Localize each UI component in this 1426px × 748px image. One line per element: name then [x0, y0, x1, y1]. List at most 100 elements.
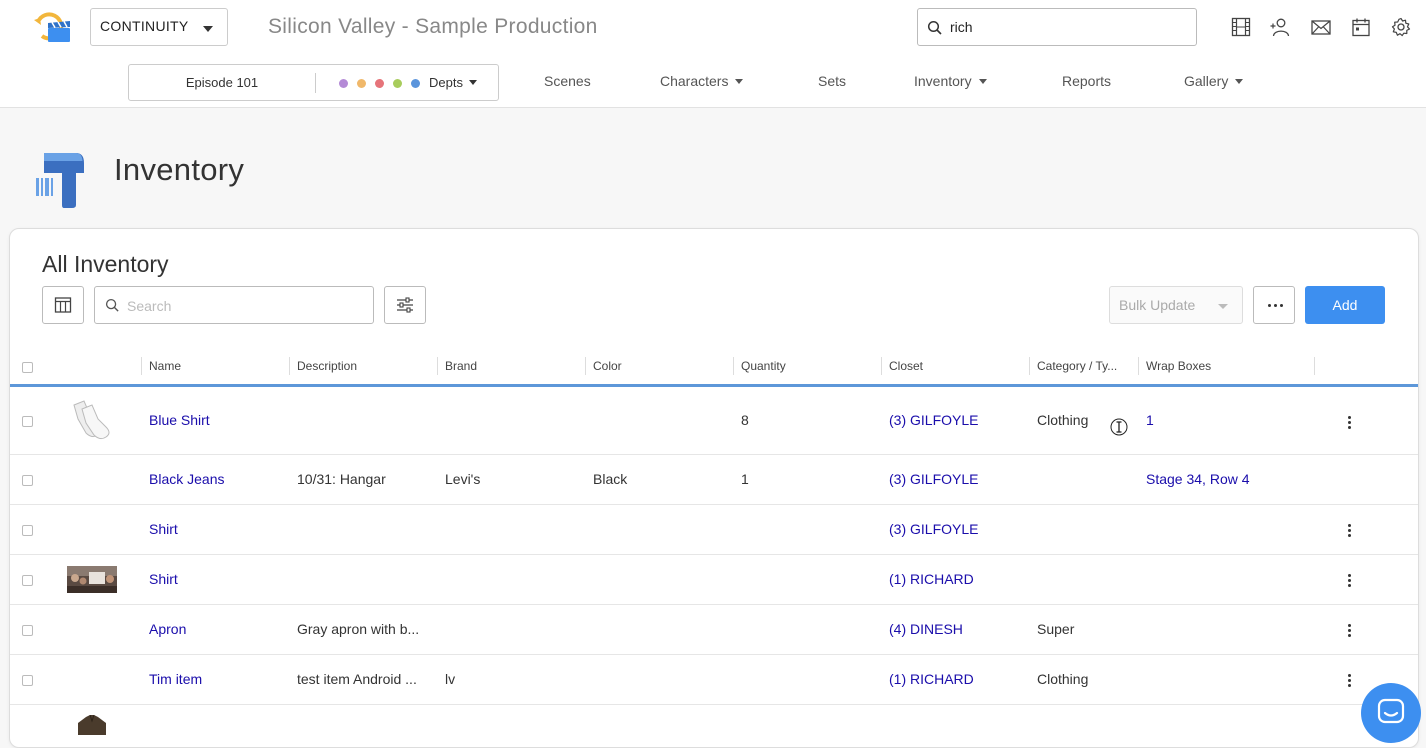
top-bar: CONTINUITY Silicon Valley - Sample Produ…: [0, 0, 1426, 108]
row-menu-icon[interactable]: [1348, 624, 1352, 638]
row-checkbox[interactable]: [22, 625, 33, 636]
column-header-name[interactable]: Name: [149, 359, 181, 373]
select-all-checkbox[interactable]: [22, 362, 33, 373]
film-icon[interactable]: [1231, 17, 1251, 37]
bulk-update-dropdown[interactable]: Bulk Update: [1109, 286, 1243, 324]
row-menu-icon[interactable]: [1348, 416, 1352, 430]
page-title: Inventory: [114, 152, 245, 187]
inventory-search-input[interactable]: [127, 296, 367, 316]
row-menu-icon[interactable]: [1348, 674, 1352, 688]
row-checkbox[interactable]: [22, 525, 33, 536]
depts-dropdown[interactable]: Depts: [429, 75, 477, 90]
column-divider: [585, 357, 586, 375]
inventory-search[interactable]: [94, 286, 374, 324]
search-icon: [927, 20, 942, 35]
add-person-icon[interactable]: [1270, 17, 1290, 37]
columns-button[interactable]: [42, 286, 84, 324]
nav-characters[interactable]: Characters: [660, 73, 744, 89]
table-row[interactable]: Shirt (3) GILFOYLE: [10, 505, 1418, 555]
column-header-brand[interactable]: Brand: [445, 359, 477, 373]
column-divider: [289, 357, 290, 375]
column-divider: [1029, 357, 1030, 375]
row-checkbox[interactable]: [22, 675, 33, 686]
nav-label: Reports: [1062, 73, 1112, 89]
dept-dot: [339, 79, 348, 88]
nav-gallery[interactable]: Gallery: [1184, 73, 1244, 89]
production-selector[interactable]: CONTINUITY: [90, 8, 228, 46]
closet-link[interactable]: (3) GILFOYLE: [889, 471, 978, 487]
nav-inventory[interactable]: Inventory: [914, 73, 987, 89]
closet-link[interactable]: (3) GILFOYLE: [889, 521, 978, 537]
brand-cell: lv: [445, 671, 456, 687]
row-checkbox[interactable]: [22, 416, 33, 427]
depts-label: Depts: [429, 75, 463, 90]
global-search[interactable]: [917, 8, 1197, 46]
column-divider: [437, 357, 438, 375]
table-header: Name Description Brand Color Quantity Cl…: [10, 350, 1418, 387]
closet-link[interactable]: (4) DINESH: [889, 621, 963, 637]
photo-thumbnail[interactable]: [67, 566, 117, 593]
jacket-thumbnail[interactable]: [76, 715, 108, 735]
ellipsis-icon: [1268, 304, 1271, 307]
closet-link[interactable]: (3) GILFOYLE: [889, 412, 978, 428]
column-header-category[interactable]: Category / Ty...: [1037, 359, 1117, 373]
global-search-input[interactable]: [950, 17, 1190, 37]
quantity-cell: 8: [741, 412, 749, 428]
item-name-link[interactable]: Black Jeans: [149, 471, 224, 487]
wrap-box-link[interactable]: Stage 34, Row 4: [1146, 471, 1250, 487]
item-name-link[interactable]: Tim item: [149, 671, 202, 687]
dept-dot: [357, 79, 366, 88]
chat-icon: [1377, 698, 1405, 724]
row-checkbox[interactable]: [22, 475, 33, 486]
nav-reports[interactable]: Reports: [1062, 73, 1111, 89]
column-header-description[interactable]: Description: [297, 359, 357, 373]
mail-icon[interactable]: [1311, 17, 1331, 37]
table-row[interactable]: Apron Gray apron with b... (4) DINESH Su…: [10, 605, 1418, 655]
add-button[interactable]: Add: [1305, 286, 1385, 324]
ellipsis-icon: [1280, 304, 1283, 307]
table-row[interactable]: [10, 705, 1418, 747]
search-icon: [105, 298, 119, 312]
socks-thumbnail[interactable]: [68, 399, 116, 443]
table-row[interactable]: Blue Shirt 8 (3) GILFOYLE Clothing 1: [10, 388, 1418, 455]
app-logo-icon[interactable]: [32, 8, 72, 44]
item-name-link[interactable]: Apron: [149, 621, 186, 637]
table-row[interactable]: Black Jeans 10/31: Hangar Levi's Black 1…: [10, 455, 1418, 505]
closet-link[interactable]: (1) RICHARD: [889, 571, 974, 587]
nav-sets[interactable]: Sets: [818, 73, 846, 89]
more-options-button[interactable]: [1253, 286, 1295, 324]
ellipsis-icon: [1274, 304, 1277, 307]
row-checkbox[interactable]: [22, 575, 33, 586]
nav-label: Sets: [818, 73, 847, 89]
barcode-scanner-icon: [36, 153, 84, 208]
column-header-quantity[interactable]: Quantity: [741, 359, 786, 373]
item-name-link[interactable]: Shirt: [149, 521, 178, 537]
gear-icon[interactable]: [1391, 17, 1411, 37]
nav-label: Gallery: [1184, 73, 1229, 89]
dept-dot: [393, 79, 402, 88]
closet-link[interactable]: (1) RICHARD: [889, 671, 974, 687]
card-title: All Inventory: [42, 251, 169, 277]
column-header-wrap-boxes[interactable]: Wrap Boxes: [1146, 359, 1211, 373]
episode-dept-selector: Episode 101 Depts: [128, 64, 499, 101]
episode-selector[interactable]: Episode 101: [129, 75, 315, 90]
item-name-link[interactable]: Blue Shirt: [149, 412, 210, 428]
brand-cell: Levi's: [445, 471, 481, 487]
wrap-box-link[interactable]: 1: [1146, 412, 1154, 428]
filter-button[interactable]: [384, 286, 426, 324]
category-cell: Clothing: [1037, 671, 1089, 687]
row-menu-icon[interactable]: [1348, 524, 1352, 538]
calendar-icon[interactable]: [1351, 17, 1371, 37]
column-header-closet[interactable]: Closet: [889, 359, 923, 373]
chat-launcher-button[interactable]: [1361, 683, 1421, 743]
nav-scenes[interactable]: Scenes: [544, 73, 591, 89]
column-header-color[interactable]: Color: [593, 359, 622, 373]
column-divider: [1314, 357, 1315, 375]
table-row[interactable]: Tim item test item Android ... lv (1) RI…: [10, 655, 1418, 705]
row-menu-icon[interactable]: [1348, 574, 1352, 588]
item-name-link[interactable]: Shirt: [149, 571, 178, 587]
table-row[interactable]: Shirt (1) RICHARD: [10, 555, 1418, 605]
column-divider: [1138, 357, 1139, 375]
header-underline: [10, 384, 1418, 387]
divider: [315, 73, 316, 93]
